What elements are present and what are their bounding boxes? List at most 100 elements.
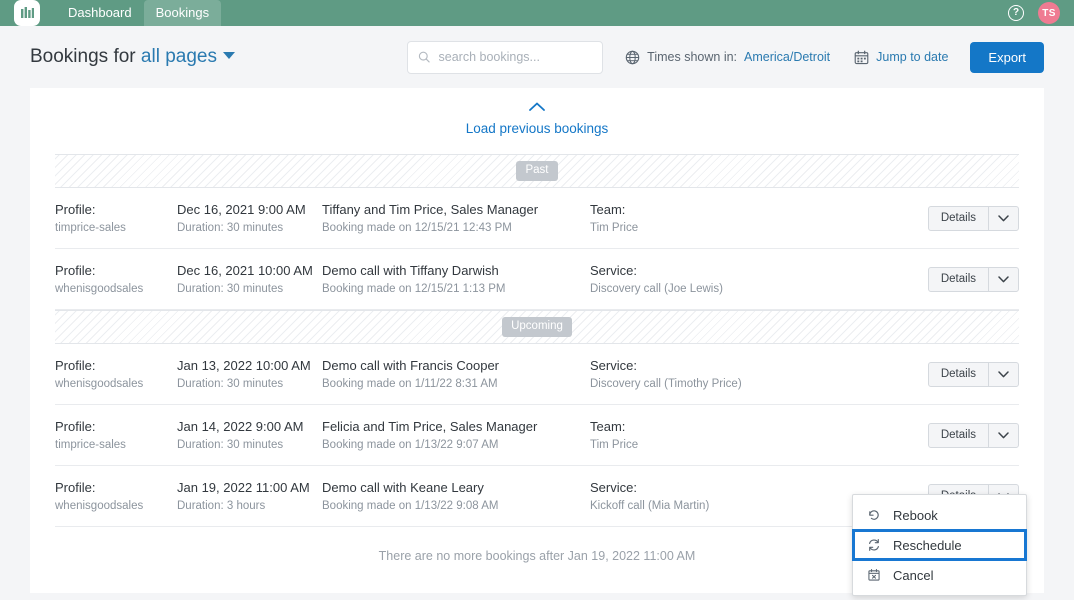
booking-meta-label: Service:	[590, 262, 840, 279]
booking-title-cell: Demo call with Keane Leary Booking made …	[322, 479, 590, 514]
table-row[interactable]: Profile: whenisgoodsales Jan 13, 2022 10…	[55, 344, 1019, 405]
booking-title-cell: Demo call with Tiffany Darwish Booking m…	[322, 262, 590, 297]
menu-item-label: Reschedule	[893, 538, 962, 553]
profile-value: whenisgoodsales	[55, 376, 167, 392]
chevron-down-icon	[998, 276, 1009, 283]
booking-datetime: Jan 13, 2022 10:00 AM	[177, 357, 312, 374]
booking-meta-value: Tim Price	[590, 220, 840, 236]
menu-item-label: Rebook	[893, 508, 938, 523]
profile-value: whenisgoodsales	[55, 498, 167, 514]
chevron-up-icon[interactable]	[529, 102, 545, 111]
profile-label: Profile:	[55, 262, 167, 279]
booking-profile-cell: Profile: timprice-sales	[55, 201, 177, 236]
export-button[interactable]: Export	[970, 42, 1044, 73]
profile-value: whenisgoodsales	[55, 281, 167, 297]
details-dropdown-toggle[interactable]	[989, 207, 1018, 230]
table-row[interactable]: Profile: timprice-sales Dec 16, 2021 9:0…	[55, 188, 1019, 249]
menu-item-label: Cancel	[893, 568, 933, 583]
search-input[interactable]	[439, 50, 593, 64]
chevron-down-icon	[998, 371, 1009, 378]
table-row[interactable]: Profile: whenisgoodsales Dec 16, 2021 10…	[55, 249, 1019, 310]
booking-actions-cell: Details	[928, 206, 1019, 231]
booking-meta-cell: Team: Tim Price	[590, 201, 850, 236]
app-logo-icon[interactable]	[14, 0, 40, 26]
page-scope-link[interactable]: all pages	[141, 46, 217, 67]
timezone-display: Times shown in: America/Detroit	[625, 50, 830, 65]
page-title: Bookings for all pages	[30, 46, 235, 68]
booking-duration: Duration: 30 minutes	[177, 281, 312, 297]
nav-item-dashboard[interactable]: Dashboard	[56, 0, 144, 26]
booking-datetime: Dec 16, 2021 10:00 AM	[177, 262, 312, 279]
booking-title: Felicia and Tim Price, Sales Manager	[322, 418, 580, 435]
jump-to-date-button[interactable]: Jump to date	[854, 50, 948, 65]
booking-meta-value: Kickoff call (Mia Martin)	[590, 498, 840, 514]
booking-title: Demo call with Francis Cooper	[322, 357, 580, 374]
booking-when-cell: Jan 14, 2022 9:00 AM Duration: 30 minute…	[177, 418, 322, 453]
booking-meta-value: Discovery call (Joe Lewis)	[590, 281, 840, 297]
booking-meta-cell: Team: Tim Price	[590, 418, 850, 453]
booking-duration: Duration: 30 minutes	[177, 437, 312, 453]
details-button[interactable]: Details	[929, 207, 989, 230]
details-button[interactable]: Details	[929, 268, 989, 291]
help-icon[interactable]: ?	[1008, 5, 1024, 21]
booking-profile-cell: Profile: timprice-sales	[55, 418, 177, 453]
booking-actions-cell: Details	[928, 267, 1019, 292]
cancel-icon	[867, 568, 881, 582]
avatar[interactable]: TS	[1038, 2, 1060, 24]
profile-label: Profile:	[55, 418, 167, 435]
nav-item-bookings[interactable]: Bookings	[144, 0, 221, 26]
load-previous-bookings-link[interactable]: Load previous bookings	[466, 121, 609, 136]
logo-glyph-icon	[20, 6, 35, 21]
booking-when-cell: Dec 16, 2021 10:00 AM Duration: 30 minut…	[177, 262, 322, 297]
profile-value: timprice-sales	[55, 220, 167, 236]
divider-badge-past: Past	[516, 161, 557, 181]
details-button[interactable]: Details	[929, 424, 989, 447]
booking-title: Demo call with Keane Leary	[322, 479, 580, 496]
booking-made-on: Booking made on 12/15/21 12:43 PM	[322, 220, 580, 236]
details-split-button[interactable]: Details	[928, 362, 1019, 387]
booking-profile-cell: Profile: whenisgoodsales	[55, 479, 177, 514]
profile-label: Profile:	[55, 201, 167, 218]
profile-value: timprice-sales	[55, 437, 167, 453]
details-split-button[interactable]: Details	[928, 206, 1019, 231]
timezone-label: Times shown in:	[647, 50, 737, 64]
chevron-down-icon[interactable]	[223, 52, 235, 59]
booking-meta-label: Service:	[590, 479, 840, 496]
table-row[interactable]: Profile: timprice-sales Jan 14, 2022 9:0…	[55, 405, 1019, 466]
booking-duration: Duration: 30 minutes	[177, 220, 312, 236]
details-dropdown-toggle[interactable]	[989, 424, 1018, 447]
rebook-icon	[867, 508, 881, 522]
details-split-button[interactable]: Details	[928, 423, 1019, 448]
booking-datetime: Dec 16, 2021 9:00 AM	[177, 201, 312, 218]
details-split-button[interactable]: Details	[928, 267, 1019, 292]
divider-upcoming: Upcoming	[55, 310, 1019, 344]
menu-item-cancel[interactable]: Cancel	[853, 560, 1026, 590]
booking-made-on: Booking made on 12/15/21 1:13 PM	[322, 281, 580, 297]
booking-meta-cell: Service: Kickoff call (Mia Martin)	[590, 479, 850, 514]
booking-actions-cell: Details	[928, 362, 1019, 387]
jump-to-date-label: Jump to date	[876, 50, 948, 64]
page-title-prefix: Bookings for	[30, 46, 136, 67]
header-tools: Times shown in: America/Detroit Jump to …	[407, 41, 1044, 74]
top-navigation-bar: Dashboard Bookings ? TS	[0, 0, 1074, 26]
menu-item-rebook[interactable]: Rebook	[853, 500, 1026, 530]
globe-icon	[625, 50, 640, 65]
profile-label: Profile:	[55, 479, 167, 496]
search-box[interactable]	[407, 41, 603, 74]
booking-meta-label: Service:	[590, 357, 840, 374]
booking-title-cell: Demo call with Francis Cooper Booking ma…	[322, 357, 590, 392]
booking-duration: Duration: 3 hours	[177, 498, 312, 514]
booking-meta-value: Discovery call (Timothy Price)	[590, 376, 840, 392]
booking-meta-cell: Service: Discovery call (Joe Lewis)	[590, 262, 850, 297]
booking-meta-value: Tim Price	[590, 437, 840, 453]
booking-title: Tiffany and Tim Price, Sales Manager	[322, 201, 580, 218]
menu-item-reschedule[interactable]: Reschedule	[853, 530, 1026, 560]
booking-made-on: Booking made on 1/11/22 8:31 AM	[322, 376, 580, 392]
details-dropdown-toggle[interactable]	[989, 363, 1018, 386]
booking-meta-cell: Service: Discovery call (Timothy Price)	[590, 357, 850, 392]
details-dropdown-toggle[interactable]	[989, 268, 1018, 291]
timezone-value-link[interactable]: America/Detroit	[744, 50, 830, 64]
booking-when-cell: Jan 13, 2022 10:00 AM Duration: 30 minut…	[177, 357, 322, 392]
details-button[interactable]: Details	[929, 363, 989, 386]
past-bookings-list: Profile: timprice-sales Dec 16, 2021 9:0…	[30, 188, 1044, 310]
